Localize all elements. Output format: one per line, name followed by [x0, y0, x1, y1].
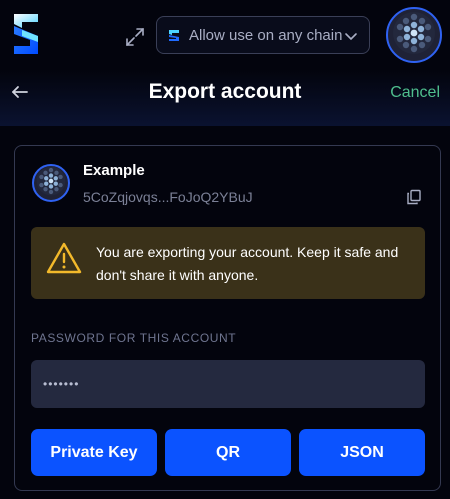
- warning-text: You are exporting your account. Keep it …: [96, 244, 399, 283]
- qr-button[interactable]: QR: [165, 429, 291, 476]
- cancel-button[interactable]: Cancel: [390, 84, 440, 102]
- identicon-icon: [392, 11, 436, 60]
- password-input[interactable]: [31, 360, 425, 408]
- json-button[interactable]: JSON: [299, 429, 425, 476]
- warning-icon: [45, 241, 83, 275]
- export-card: Example 5CoZqjovqs...FoJoQ2YBuJ You are …: [14, 145, 441, 491]
- account-avatar-button[interactable]: [386, 7, 442, 63]
- page-header: Export account Cancel: [0, 70, 450, 126]
- page-title: Export account: [148, 80, 302, 103]
- account-name: Example: [83, 162, 145, 179]
- chain-select-label: Allow use on any chain: [189, 26, 343, 44]
- chevron-down-icon: [344, 29, 358, 43]
- account-avatar: [32, 164, 70, 202]
- expand-icon[interactable]: [124, 26, 146, 48]
- password-label: PASSWORD FOR THIS ACCOUNT: [31, 331, 237, 345]
- copy-icon[interactable]: [406, 189, 422, 205]
- account-address: 5CoZqjovqs...FoJoQ2YBuJ: [83, 189, 253, 205]
- top-bar: Allow use on any chain: [0, 0, 450, 70]
- chain-icon: [167, 28, 181, 42]
- chain-select[interactable]: Allow use on any chain: [156, 16, 370, 54]
- warning-banner: You are exporting your account. Keep it …: [31, 227, 425, 299]
- identicon-icon: [36, 166, 66, 201]
- private-key-button[interactable]: Private Key: [31, 429, 157, 476]
- app-logo-icon: [10, 12, 44, 56]
